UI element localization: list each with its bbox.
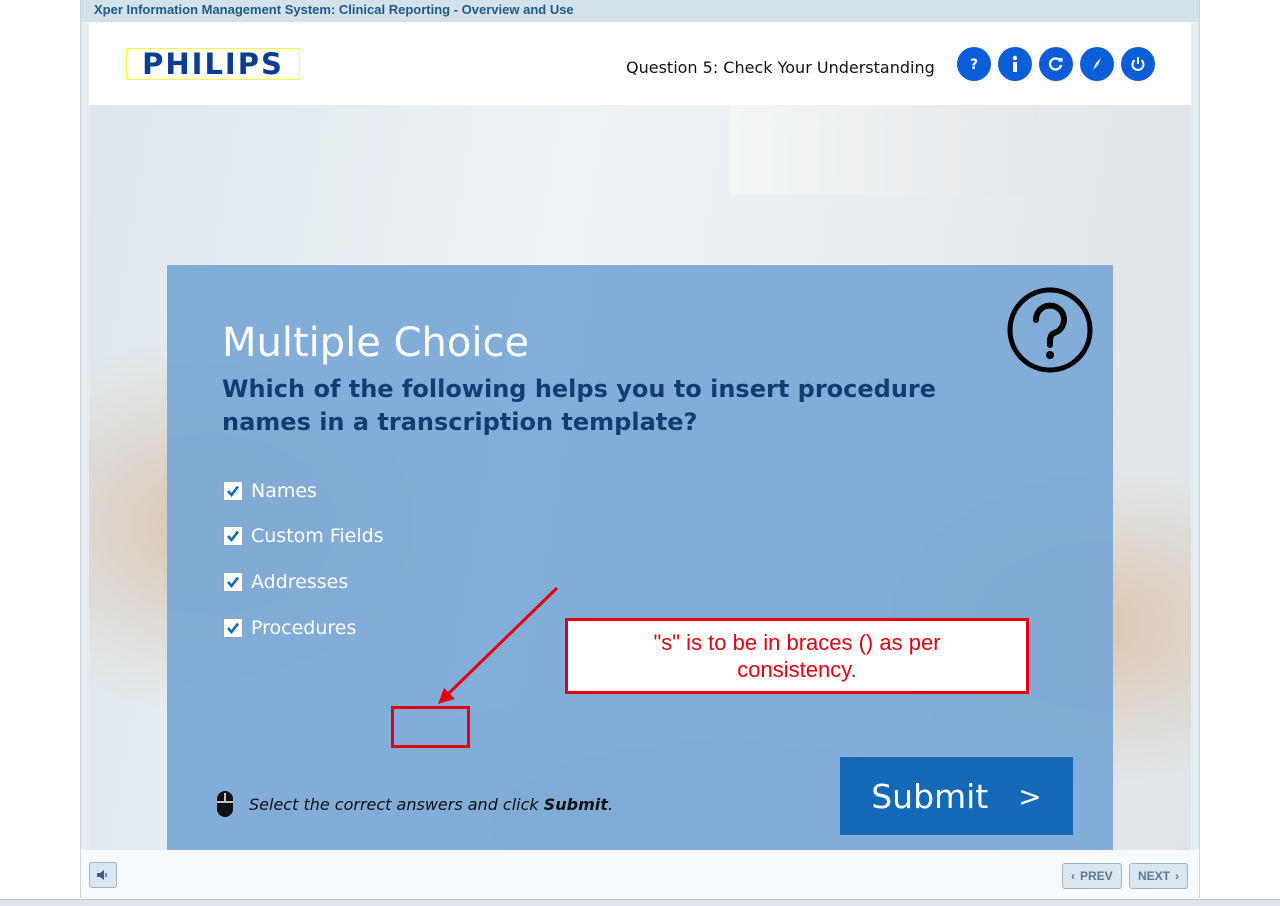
mouse-icon <box>217 791 233 817</box>
slide-stage: PHILIPS Question 5: Check Your Understan… <box>89 22 1191 850</box>
checkbox[interactable] <box>223 618 243 638</box>
page-title: Question 5: Check Your Understanding <box>626 58 935 77</box>
check-icon <box>227 576 240 589</box>
help-icon: ? <box>970 57 978 72</box>
doctor-coat-shape <box>729 105 1039 195</box>
instruction-text: Select the correct answers and click Sub… <box>249 795 613 814</box>
checkbox[interactable] <box>223 526 243 546</box>
submit-button[interactable]: Submit > <box>840 757 1073 835</box>
player-footer: ‹ PREV NEXT › <box>81 850 1199 898</box>
option-names[interactable]: Names <box>223 479 317 503</box>
option-procedures[interactable]: Procedures <box>223 616 356 640</box>
next-label: NEXT <box>1138 869 1171 883</box>
svg-text:?: ? <box>970 57 978 72</box>
window-title: Xper Information Management System: Clin… <box>81 0 1199 22</box>
instruction-bold: Submit <box>543 794 608 814</box>
info-button[interactable] <box>998 47 1032 81</box>
review-comment-box: "s" is to be in braces () as per consist… <box>565 618 1029 694</box>
exit-button[interactable] <box>1121 47 1155 81</box>
slide-header: PHILIPS Question 5: Check Your Understan… <box>89 22 1191 105</box>
replay-icon <box>1048 57 1063 71</box>
prev-label: PREV <box>1080 869 1113 883</box>
info-icon <box>1012 55 1018 72</box>
check-icon <box>227 622 240 635</box>
submit-label: Submit <box>871 776 989 816</box>
chevron-left-icon: ‹ <box>1071 869 1075 883</box>
power-icon <box>1131 57 1145 71</box>
chevron-right-icon: › <box>1175 869 1180 883</box>
instruction-post: . <box>607 794 614 814</box>
speaker-icon <box>97 870 107 880</box>
course-player: Xper Information Management System: Clin… <box>80 0 1200 898</box>
instruction: Select the correct answers and click Sub… <box>215 789 613 819</box>
chevron-right-icon: > <box>1018 779 1042 813</box>
background-photo: Multiple Choice Which of the following h… <box>89 105 1191 850</box>
navigate-button[interactable] <box>1080 47 1114 81</box>
checkbox[interactable] <box>223 572 243 592</box>
logo-text: PHILIPS <box>127 49 299 79</box>
prev-button[interactable]: ‹ PREV <box>1062 863 1122 889</box>
audio-button[interactable] <box>89 862 117 888</box>
replay-button[interactable] <box>1039 47 1073 81</box>
review-highlight-box <box>391 706 470 748</box>
option-custom-fields[interactable]: Custom Fields <box>223 524 384 548</box>
option-label: Procedures <box>251 617 357 639</box>
quiz-type-title: Multiple Choice <box>222 320 530 366</box>
option-label: Custom Fields <box>251 525 384 547</box>
question-card: Multiple Choice Which of the following h… <box>167 265 1113 850</box>
option-label: Addresses <box>251 571 349 593</box>
option-label: Names <box>251 480 317 502</box>
question-text: Which of the following helps you to inse… <box>222 375 937 436</box>
next-button[interactable]: NEXT › <box>1129 863 1189 889</box>
philips-logo: PHILIPS <box>126 48 300 80</box>
checkbox[interactable] <box>223 481 243 501</box>
help-button[interactable]: ? <box>957 47 991 81</box>
check-icon <box>227 530 240 543</box>
check-icon <box>227 485 240 498</box>
compass-icon <box>1093 58 1101 70</box>
option-addresses[interactable]: Addresses <box>223 570 348 594</box>
instruction-pre: Select the correct answers and click <box>249 794 544 814</box>
question-mark-icon <box>1007 287 1093 373</box>
